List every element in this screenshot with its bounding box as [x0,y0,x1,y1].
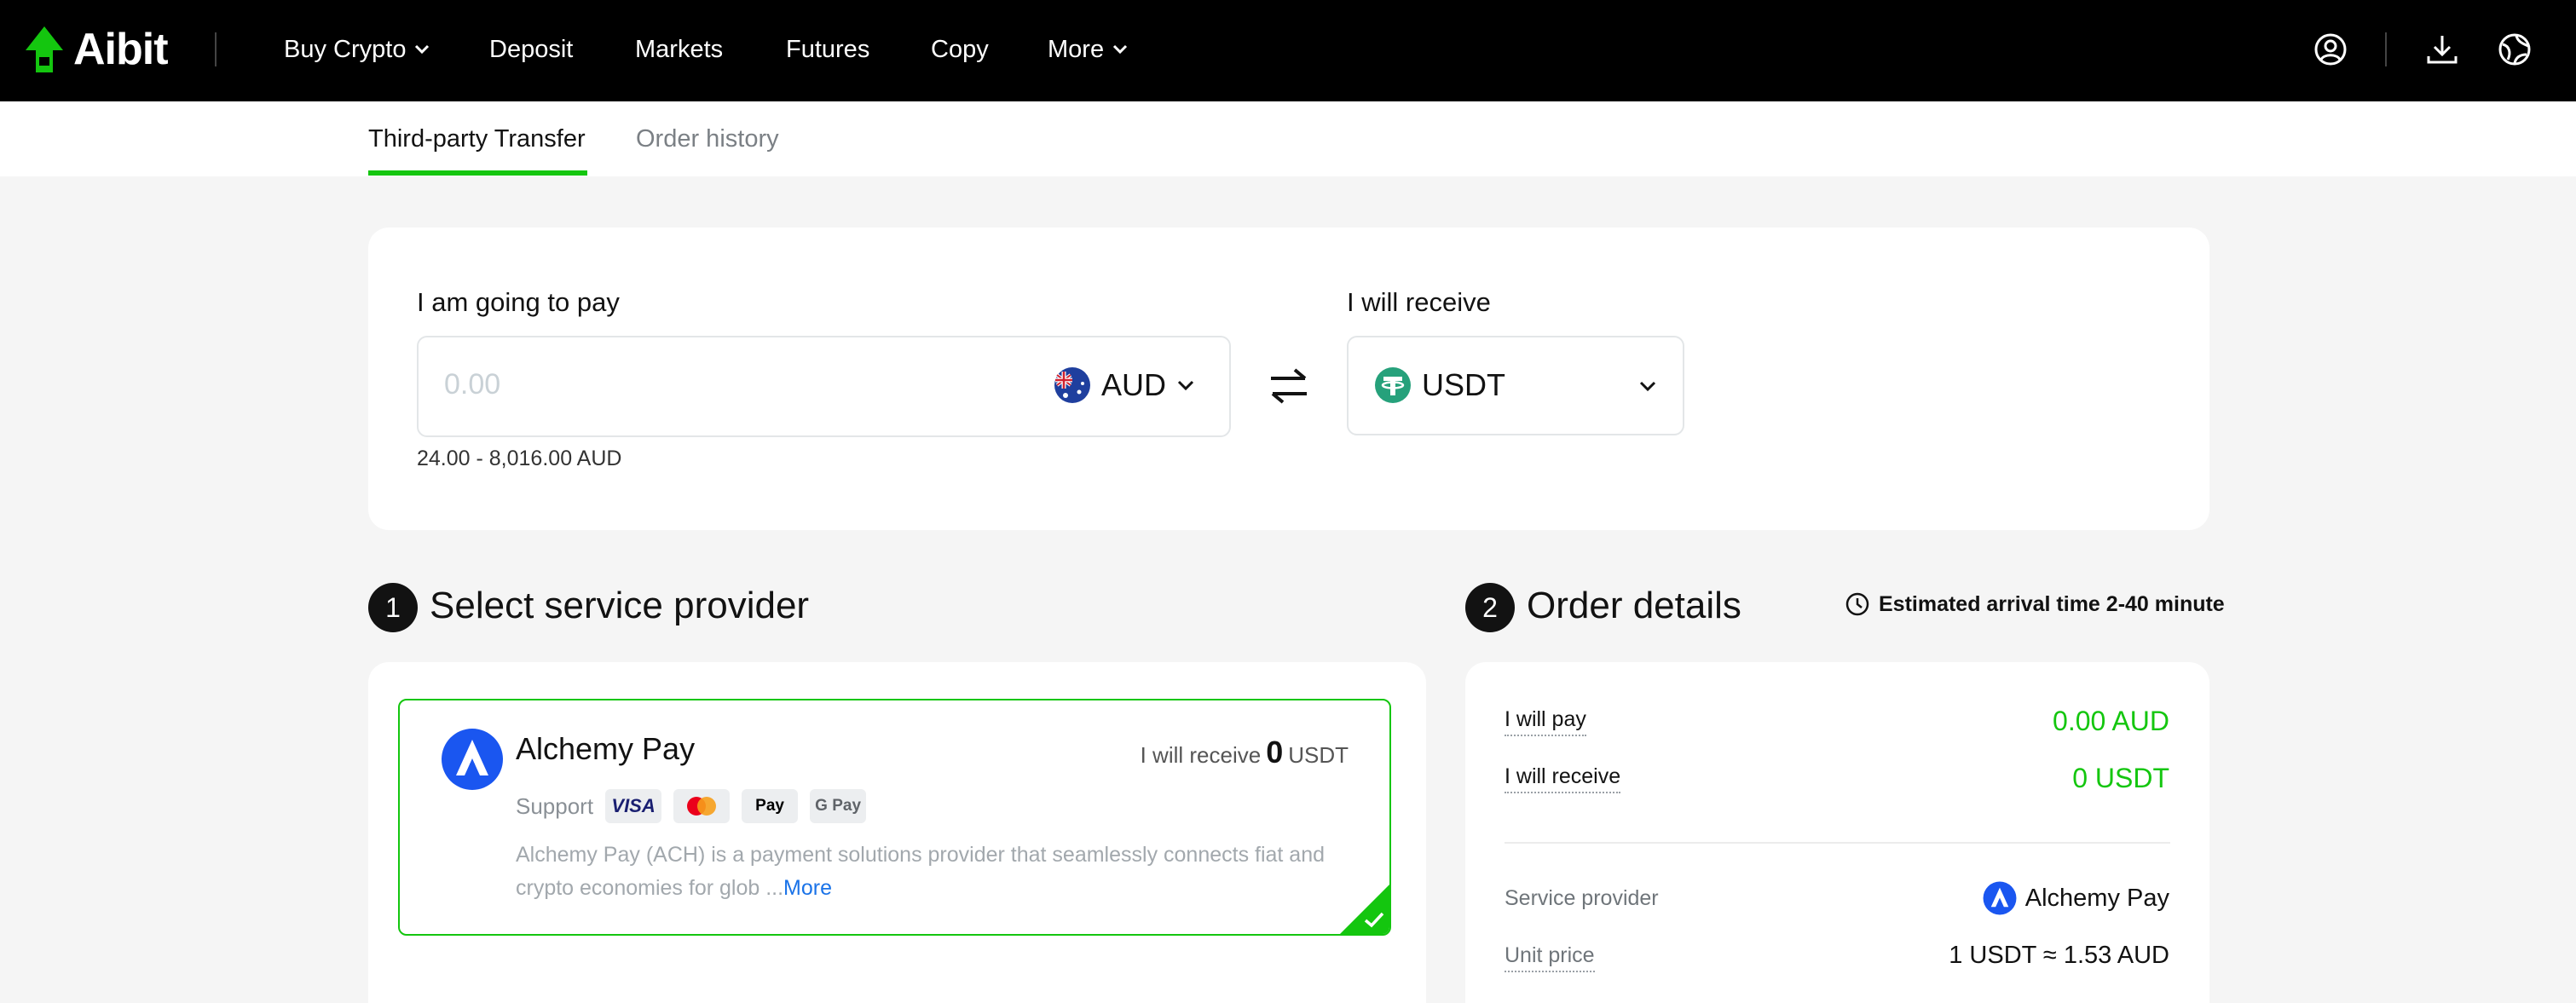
order-details-title: Order details [1527,585,1741,626]
nav-divider-right [2385,32,2387,66]
provider-description: Alchemy Pay (ACH) is a payment solutions… [516,839,1351,905]
alchemy-pay-logo-icon [442,729,503,790]
brand-logo[interactable]: Aibit [24,24,169,75]
apple-pay-icon: Pay [742,789,799,823]
service-provider-value: Alchemy Pay [1983,881,2169,915]
download-icon[interactable] [2423,31,2461,68]
google-pay-icon: G Pay [810,789,867,823]
tabs-bar: Third-party Transfer Order history [0,101,2576,176]
order-pay-value: 0.00 AUD [2053,706,2169,736]
receive-label: I will receive [1347,287,1491,317]
selected-check-icon [1340,885,1389,934]
nav-markets-label: Markets [635,36,724,63]
receive-currency-select[interactable]: USDT [1347,336,1684,435]
estimated-arrival: Estimated arrival time 2-40 minute [1845,591,2225,617]
nav-futures[interactable]: Futures [786,32,869,66]
chevron-down-icon [415,44,430,55]
estimated-arrival-text: Estimated arrival time 2-40 minute [1879,591,2225,616]
chevron-down-icon [1177,380,1194,391]
step-number-1: 1 [368,583,418,632]
provider-name: Alchemy Pay [516,731,696,766]
pay-currency-code: AUD [1101,367,1167,402]
nav-deposit[interactable]: Deposit [489,32,573,66]
nav-more-label: More [1048,36,1105,63]
aibit-logo-icon [26,26,63,72]
chevron-down-icon [1639,381,1656,392]
supported-methods: Support VISA Pay G Pay [516,789,867,823]
nav-deposit-label: Deposit [489,36,574,63]
nav-copy-label: Copy [931,36,989,63]
pay-range-hint: 24.00 - 8,016.00 AUD [417,447,622,470]
active-tab-indicator [368,170,587,176]
unit-price-label: Unit price [1505,943,1595,972]
alchemy-pay-logo-icon [1983,881,2017,915]
order-receive-row: I will receive [1505,764,1621,793]
select-provider-title: Select service provider [430,585,810,626]
service-provider-label: Service provider [1505,886,1659,910]
nav-divider [215,32,217,66]
tether-usdt-icon [1375,367,1411,403]
chevron-down-icon [1113,44,1128,55]
nav-more[interactable]: More [1048,32,1128,66]
account-icon[interactable] [2312,31,2349,68]
nav-buy-crypto-label: Buy Crypto [284,36,407,63]
receive-currency-display: USDT [1374,366,1505,404]
more-link[interactable]: More [783,876,832,900]
provider-option-alchemy-pay[interactable]: Alchemy Pay I will receive 0 USDT Suppor… [398,699,1391,936]
mastercard-icon [673,789,731,823]
receive-amount-value: 0 [1266,735,1284,770]
top-nav: Aibit Buy Crypto Deposit Markets Futures… [0,0,2576,101]
pay-amount-field[interactable]: 0.00 AUD [417,336,1231,437]
order-pay-label: I will pay [1505,707,1586,736]
unit-price-value: 1 USDT ≈ 1.53 AUD [1949,942,2169,969]
order-receive-label: I will receive [1505,764,1621,793]
unit-price-row: Unit price [1505,943,1595,972]
tab-order-history[interactable]: Order history [636,122,779,156]
pay-amount-placeholder: 0.00 [444,368,501,401]
nav-markets[interactable]: Markets [635,32,723,66]
provider-receive-amount: I will receive 0 USDT [1141,735,1349,770]
order-pay-row: I will pay [1505,707,1586,736]
service-provider-name: Alchemy Pay [2024,884,2169,912]
nav-futures-label: Futures [786,36,870,63]
support-label: Support [516,793,594,819]
receive-amount-unit: USDT [1288,742,1349,768]
nav-buy-crypto[interactable]: Buy Crypto [284,32,430,66]
receive-currency-code: USDT [1422,367,1505,402]
pay-label: I am going to pay [417,287,620,317]
pay-currency-select[interactable]: AUD [1054,366,1195,404]
nav-copy[interactable]: Copy [931,32,989,66]
brand-name: Aibit [73,25,169,74]
tab-third-party-transfer[interactable]: Third-party Transfer [368,122,586,156]
order-divider [1505,842,2170,844]
order-receive-value: 0 USDT [2072,763,2169,793]
receive-prefix: I will receive [1140,742,1262,768]
globe-icon[interactable] [2496,31,2533,68]
swap-arrows-icon[interactable] [1268,366,1310,406]
provider-description-text: Alchemy Pay (ACH) is a payment solutions… [516,843,1326,900]
step-number-2: 2 [1465,583,1515,632]
visa-icon: VISA [605,789,662,823]
australia-flag-icon [1054,367,1090,403]
clock-icon [1845,592,1869,616]
